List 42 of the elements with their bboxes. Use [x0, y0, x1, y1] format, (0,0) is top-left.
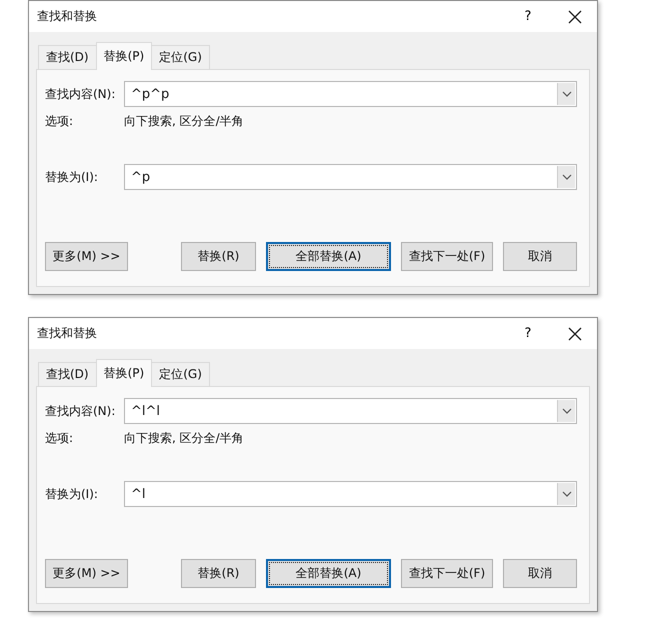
tab[interactable]: 替换(P)	[96, 42, 152, 70]
more-button[interactable]: 更多(M) >>	[45, 242, 128, 271]
find-field[interactable]: ^p^p	[124, 81, 577, 107]
help-button[interactable]: ?	[513, 326, 543, 341]
field-label: 查找内容(N):	[45, 86, 116, 102]
window-title: 查找和替换	[37, 8, 98, 25]
chevron-icon	[562, 491, 572, 497]
chevron-icon	[562, 408, 572, 414]
tab[interactable]: 定位(G)	[151, 45, 210, 69]
dialog-button[interactable]: 取消	[503, 559, 577, 588]
chevron-icon	[562, 174, 572, 180]
dialog-button[interactable]: 查找下一处(F)	[401, 242, 493, 271]
dropdown-button[interactable]	[557, 400, 575, 422]
dialog-button[interactable]: 全部替换(A)	[266, 559, 391, 588]
dialog-button[interactable]: 取消	[503, 242, 577, 271]
dropdown-button[interactable]	[557, 483, 575, 505]
dialog-button[interactable]: 全部替换(A)	[266, 242, 391, 271]
options-text: 向下搜索, 区分全/半角	[124, 112, 244, 130]
options-label: 选项:	[45, 430, 74, 446]
find-field[interactable]: ^l^l	[124, 398, 577, 424]
tab[interactable]: 替换(P)	[96, 359, 152, 387]
chevron-icon	[562, 91, 572, 97]
close-icon	[568, 10, 582, 24]
tab[interactable]: 查找(D)	[38, 45, 97, 69]
field-label: 替换为(I):	[45, 486, 99, 502]
dialog-button[interactable]: 查找下一处(F)	[401, 559, 493, 588]
options-label: 选项:	[45, 112, 74, 130]
window-title: 查找和替换	[37, 325, 98, 342]
replace-field[interactable]: ^p	[124, 164, 577, 190]
dropdown-button[interactable]	[557, 166, 575, 188]
options-text: 向下搜索, 区分全/半角	[124, 430, 244, 446]
dialog-button[interactable]: 替换(R)	[181, 242, 256, 271]
field-label: 查找内容(N):	[45, 402, 116, 420]
more-button[interactable]: 更多(M) >>	[45, 559, 128, 588]
field-label: 替换为(I):	[45, 168, 99, 186]
tab[interactable]: 定位(G)	[151, 362, 210, 386]
tab[interactable]: 查找(D)	[38, 362, 97, 386]
replace-field[interactable]: ^l	[124, 481, 577, 507]
dropdown-button[interactable]	[557, 83, 575, 105]
help-button[interactable]: ?	[513, 9, 543, 24]
dialog-button[interactable]: 替换(R)	[181, 559, 256, 588]
close-icon	[568, 326, 582, 340]
